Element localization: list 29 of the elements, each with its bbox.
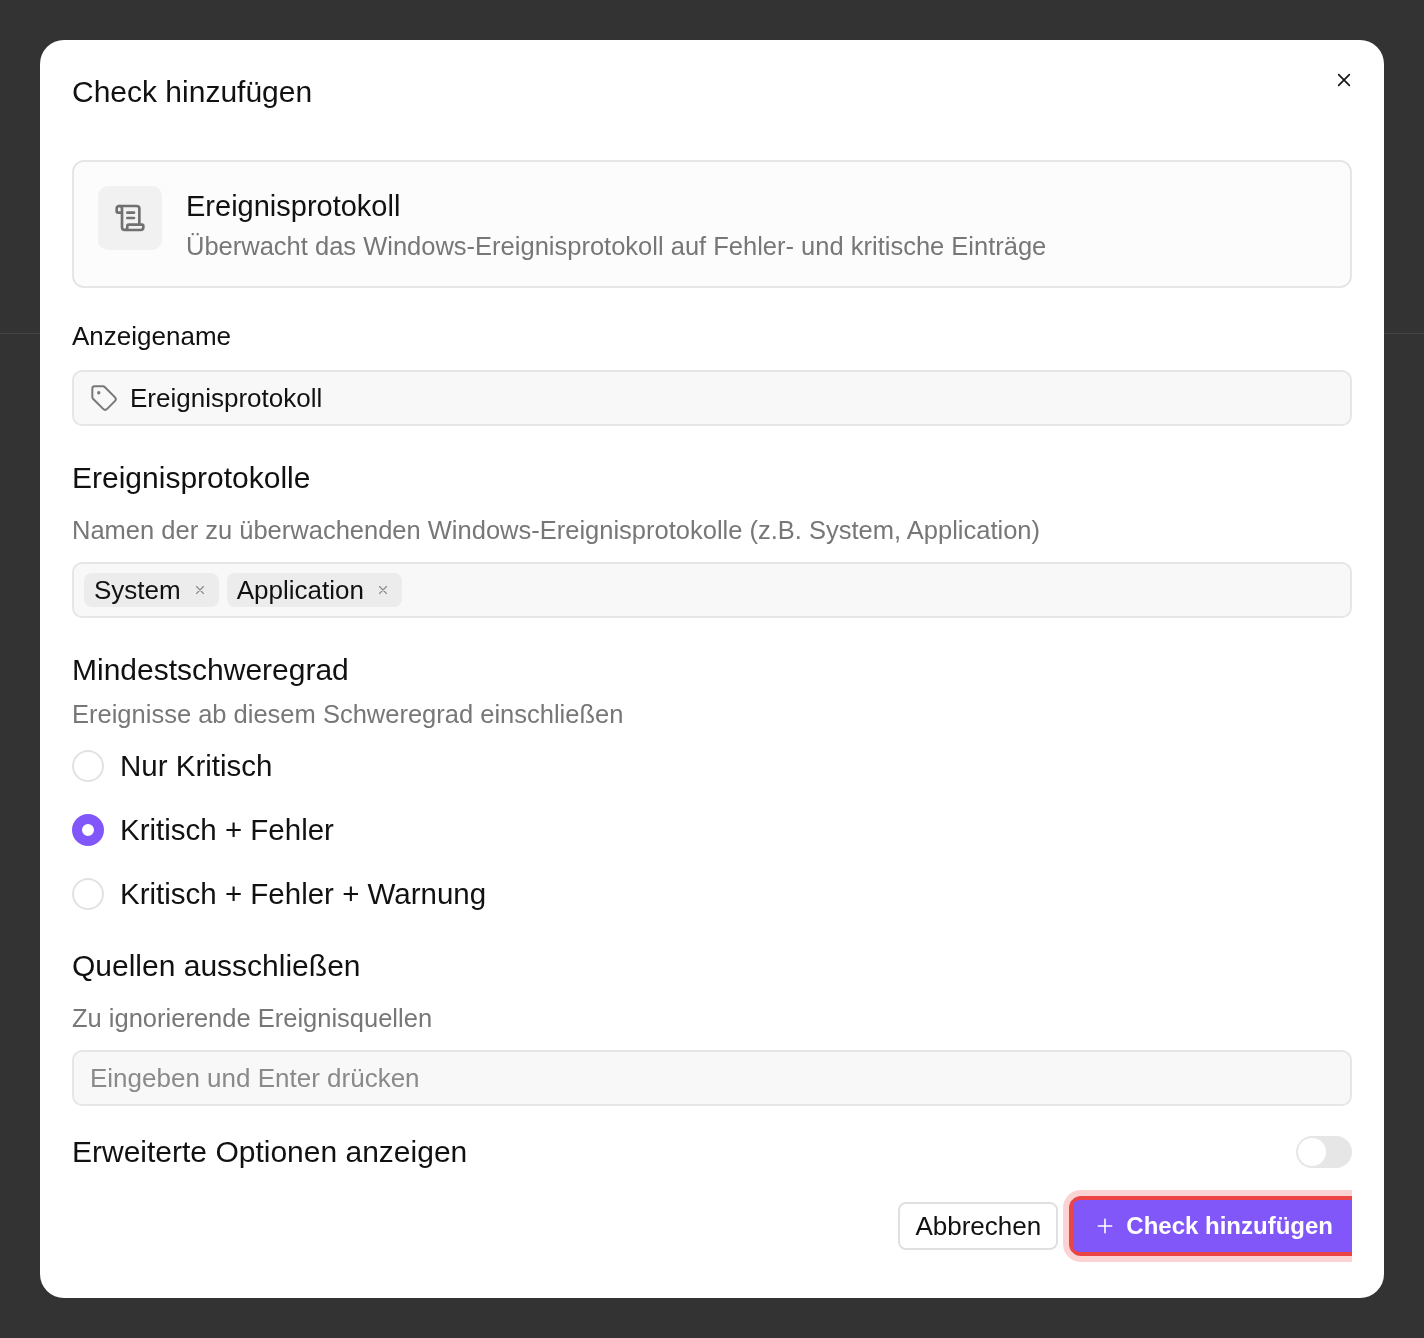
section-heading: Ereignisprotokolle — [72, 460, 312, 496]
field-label: Anzeigename — [72, 320, 232, 352]
radio-label[interactable]: Kritisch + Fehler + Warnung — [120, 876, 487, 912]
section-description: Ereignisse ab diesem Schweregrad einschließen — [72, 699, 625, 730]
name-field[interactable]: Ereignisprotokoll — [72, 370, 1352, 426]
toggle-switch[interactable] — [1296, 1136, 1352, 1168]
section-description: Namen der zu überwachenden Windows-Ereignisprotokolle (z.B. System, Application) — [72, 515, 1042, 546]
tags-field[interactable]: System Application — [72, 562, 1352, 618]
close-icon[interactable] — [1336, 72, 1352, 88]
section-heading: Quellen ausschließen — [72, 948, 362, 984]
remove-icon[interactable] — [376, 584, 389, 596]
source-input-field[interactable]: Eingeben und Enter drücken — [72, 1050, 1352, 1106]
secondary-button[interactable]: Abbrechen — [898, 1202, 1059, 1250]
primary-button[interactable]: Check hinzufügen — [1063, 1190, 1352, 1262]
check-type-description: Überwacht das Windows-Ereignisprotokoll auf Fehler- und kritische Einträge — [186, 231, 1047, 262]
chip-label: Application — [236, 575, 364, 605]
section-heading: Mindestschweregrad — [72, 652, 350, 688]
radio-label[interactable]: Kritisch + Fehler — [120, 812, 334, 848]
check-type-name: Ereignisprotokoll — [186, 189, 402, 224]
scroll-icon — [98, 186, 162, 250]
tag-icon — [90, 384, 118, 412]
radio-button[interactable] — [72, 814, 104, 846]
chip-label: System — [94, 575, 181, 605]
plus-icon — [1097, 1218, 1114, 1234]
section-description: Zu ignorierende Ereignisquellen — [72, 1003, 434, 1034]
dialog-title: Check hinzufügen — [72, 74, 313, 110]
remove-icon[interactable] — [193, 584, 206, 596]
radio-label[interactable]: Nur Kritisch — [120, 748, 273, 784]
toggle-label: Erweiterte Optionen anzeigen — [72, 1134, 468, 1170]
